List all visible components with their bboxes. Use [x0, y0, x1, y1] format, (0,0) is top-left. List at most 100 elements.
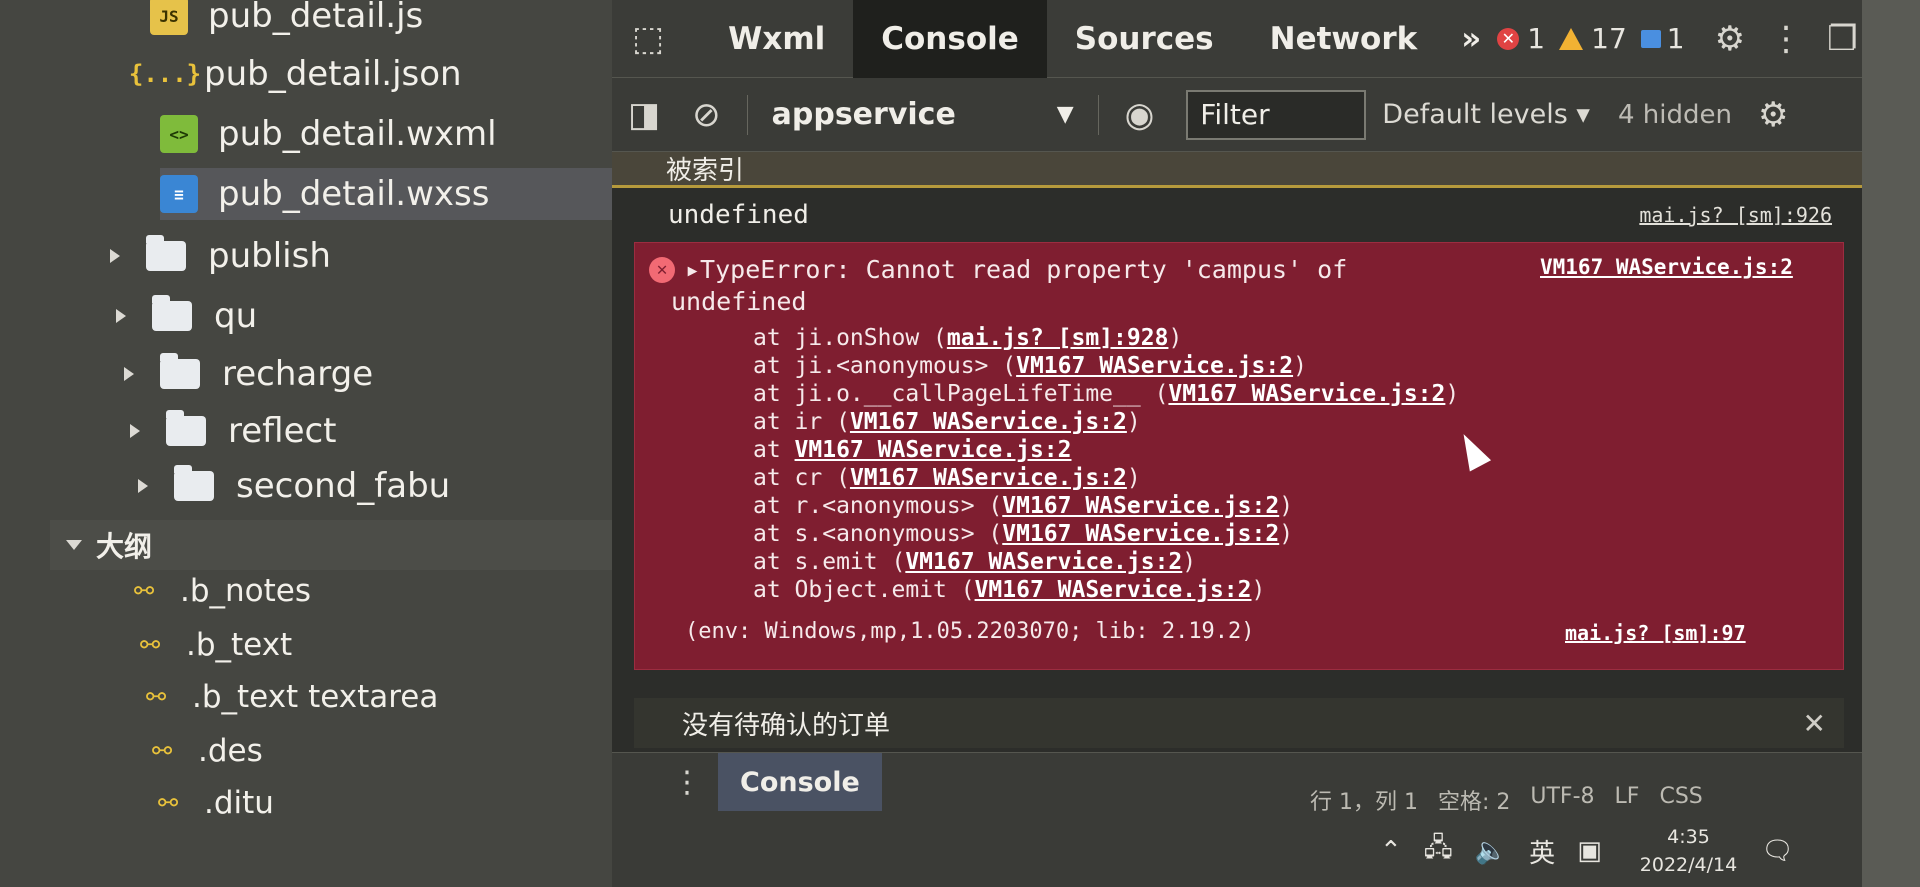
line-ending[interactable]: LF — [1615, 784, 1640, 816]
hidden-count: 4 hidden — [1617, 99, 1732, 130]
outline-item[interactable]: ⚯ .des — [152, 728, 263, 774]
error-message[interactable]: ✕ ▸TypeError: Cannot read property 'camp… — [634, 242, 1844, 670]
file-name: pub_detail.wxss — [218, 174, 490, 214]
warning-count: 17 — [1591, 22, 1627, 55]
editor-statusbar: 行 1，列 1 空格: 2 UTF-8 LF CSS — [1310, 784, 1703, 816]
tab-console[interactable]: Console — [853, 0, 1047, 78]
error-count-badge[interactable]: ✕ 1 — [1497, 22, 1545, 55]
stack-link[interactable]: VM167 WAService.js:2 — [1016, 353, 1293, 379]
env-source-link[interactable]: mai.js? [sm]:97 — [1565, 621, 1746, 645]
folder-reflect[interactable]: reflect — [130, 405, 337, 457]
stack-link[interactable]: mai.js? [sm]:928 — [947, 325, 1169, 351]
stack-trace: at ji.onShow (mai.js? [sm]:928) at ji.<a… — [753, 325, 1459, 605]
app-tray-icon[interactable]: ▣ — [1577, 836, 1602, 866]
stack-link[interactable]: VM167 WAService.js:2 — [975, 577, 1252, 603]
stack-link[interactable]: VM167 WAService.js:2 — [1168, 381, 1445, 407]
stack-link[interactable]: VM167 WAService.js:2 — [905, 549, 1182, 575]
stack-link[interactable]: VM167 WAService.js:2 — [850, 409, 1127, 435]
drawer-tab-console[interactable]: Console — [718, 753, 882, 811]
close-icon[interactable]: ✕ — [1803, 707, 1826, 740]
folder-second-fabu[interactable]: second_fabu — [138, 460, 450, 512]
warning-icon — [1559, 27, 1584, 50]
log-levels-dropdown[interactable]: Default levels ▾ — [1382, 99, 1590, 130]
outline-item[interactable]: ⚯ .b_notes — [134, 568, 311, 614]
devtools-tabbar: ⬚ Wxml Console Sources Network » ✕ 1 17 … — [612, 0, 1862, 78]
folder-icon — [152, 295, 192, 331]
sidebar-toggle-icon[interactable]: ◨ — [628, 95, 660, 135]
network-icon[interactable]: 🖧 — [1424, 829, 1453, 873]
outline-item[interactable]: ⚯ .b_text textarea — [146, 674, 438, 720]
screen-bezel — [1862, 0, 1920, 887]
folder-qu[interactable]: qu — [116, 290, 257, 342]
stack-link[interactable]: VM167 WAService.js:2 — [1002, 521, 1279, 547]
cursor-position[interactable]: 行 1，列 1 — [1310, 784, 1418, 816]
error-icon: ✕ — [649, 257, 675, 283]
clock[interactable]: 4:35 2022/4/14 — [1640, 823, 1737, 879]
source-link[interactable]: mai.js? [sm]:926 — [1639, 203, 1832, 227]
gear-icon[interactable]: ⚙ — [1715, 19, 1745, 59]
clock-date: 2022/4/14 — [1639, 854, 1738, 876]
tab-sources[interactable]: Sources — [1047, 0, 1242, 78]
outline-item[interactable]: ⚯ .ditu — [158, 780, 274, 826]
indentation[interactable]: 空格: 2 — [1438, 784, 1510, 816]
stack-frame: at ji.o.__callPageLifeTime__ (VM167 WASe… — [753, 381, 1460, 407]
warning-count-badge[interactable]: 17 — [1559, 22, 1627, 55]
css-selector-icon: ⚯ — [140, 631, 161, 659]
file-item-pub-detail-js[interactable]: JS pub_detail.js — [150, 0, 423, 42]
context-label: appservice — [771, 97, 956, 132]
folder-recharge[interactable]: recharge — [124, 348, 373, 400]
error-headline[interactable]: ▸TypeError: Cannot read property 'campus… — [685, 255, 1347, 284]
wxml-file-icon: <> — [160, 115, 198, 153]
outline-item[interactable]: ⚯ .b_text — [140, 622, 292, 668]
folder-publish[interactable]: publish — [110, 230, 331, 282]
dock-icon[interactable]: ❐ — [1827, 19, 1857, 59]
chevron-down-icon: ▼ — [1056, 102, 1074, 127]
error-source-link[interactable]: VM167 WAService.js:2 — [1540, 255, 1793, 279]
eye-icon[interactable]: ◉ — [1125, 95, 1155, 135]
stack-link[interactable]: VM167 WAService.js:2 — [795, 437, 1072, 463]
chevron-right-icon — [116, 309, 126, 323]
file-item-pub-detail-wxss[interactable]: ≡ pub_detail.wxss — [160, 168, 612, 220]
stack-link[interactable]: VM167 WAService.js:2 — [1002, 493, 1279, 519]
folder-icon — [174, 465, 214, 501]
file-item-pub-detail-json[interactable]: {...} pub_detail.json — [129, 48, 462, 100]
tab-network[interactable]: Network — [1242, 0, 1446, 78]
file-item-pub-detail-wxml[interactable]: <> pub_detail.wxml — [160, 108, 497, 160]
wxss-file-icon: ≡ — [160, 175, 198, 213]
clear-console-icon[interactable]: ⊘ — [692, 95, 721, 135]
log-text: 被索引 — [666, 156, 745, 186]
ime-indicator[interactable]: 英 — [1529, 833, 1555, 870]
chevron-right-icon — [124, 367, 134, 381]
stack-frame: at s.<anonymous> (VM167 WAService.js:2) — [753, 521, 1294, 547]
info-count-badge[interactable]: 1 — [1640, 22, 1685, 55]
more-options-icon[interactable]: ⋮ — [1769, 19, 1803, 59]
devtools-panel: ⬚ Wxml Console Sources Network » ✕ 1 17 … — [612, 0, 1862, 887]
filter-input[interactable]: Filter — [1186, 89, 1367, 140]
chevron-right-icon — [110, 249, 120, 263]
outline-item-label: .b_text — [186, 627, 293, 663]
more-tabs-button[interactable]: » — [1445, 0, 1497, 78]
chevron-down-icon — [66, 540, 82, 550]
more-options-icon[interactable]: ⋮ — [672, 765, 702, 800]
file-name: pub_detail.json — [204, 54, 462, 94]
chevron-up-icon[interactable]: ⌃ — [1380, 836, 1402, 866]
volume-icon[interactable]: 🔈 — [1475, 836, 1507, 866]
tab-wxml[interactable]: Wxml — [700, 0, 853, 78]
console-settings-icon[interactable]: ⚙ — [1758, 95, 1788, 135]
folder-name: publish — [208, 236, 331, 276]
language-mode[interactable]: CSS — [1659, 784, 1702, 816]
folder-name: qu — [214, 296, 258, 336]
inspect-element-icon[interactable]: ⬚ — [632, 19, 664, 59]
outline-header[interactable]: 大纲 — [50, 520, 612, 570]
css-selector-icon: ⚯ — [152, 737, 173, 765]
console-message: undefined mai.js? [sm]:926 — [612, 192, 1862, 238]
console-message: 没有待确认的订单 ✕ — [634, 698, 1844, 748]
stack-link[interactable]: VM167 WAService.js:2 — [850, 465, 1127, 491]
info-count: 1 — [1666, 22, 1685, 55]
context-selector[interactable]: appservice ▼ — [758, 97, 1088, 132]
divider — [746, 94, 748, 135]
system-tray: ⌃ 🖧 🔈 英 ▣ 4:35 2022/4/14 🗨 — [1380, 815, 1870, 887]
notification-icon[interactable]: 🗨 — [1761, 836, 1794, 866]
stack-frame: at r.<anonymous> (VM167 WAService.js:2) — [753, 493, 1294, 519]
encoding[interactable]: UTF-8 — [1530, 784, 1594, 816]
